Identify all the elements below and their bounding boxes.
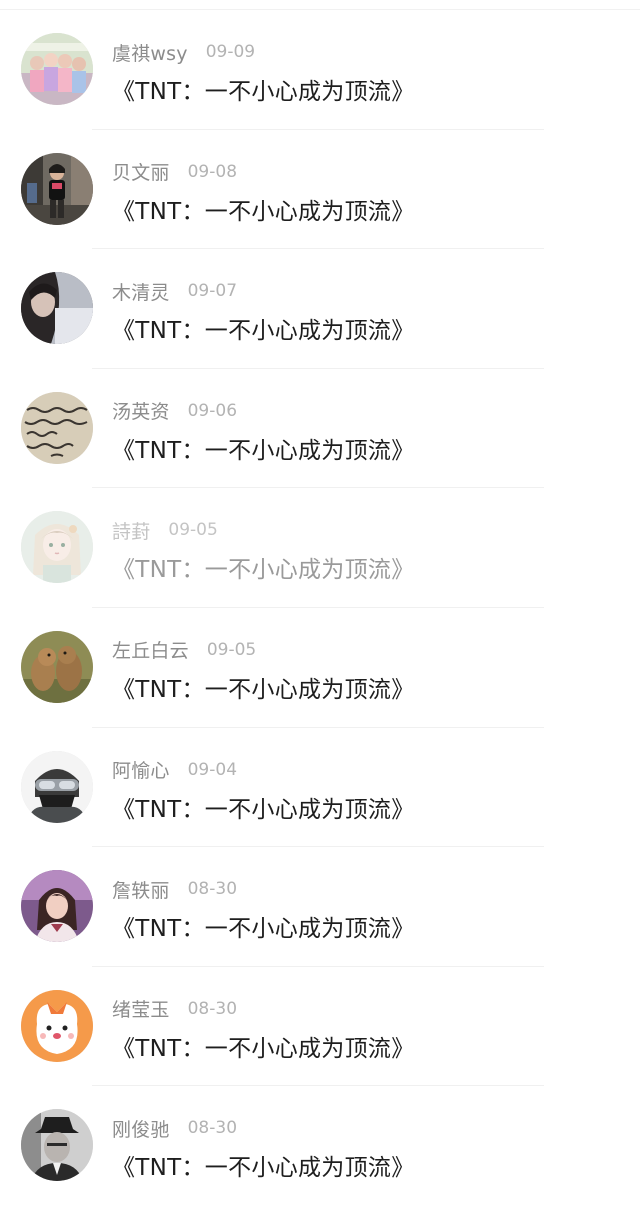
comment-date: 08-30 [187,998,238,1019]
comment-text[interactable]: 《TNT：一不小心成为顶流》 [112,790,415,824]
comment-list: 虞祺wsy 09-09 《TNT：一不小心成为顶流》 贝文丽 09-08 《TN… [0,10,640,1206]
comment-text[interactable]: 《TNT：一不小心成为顶流》 [112,192,415,226]
username[interactable]: 汤英资 [112,397,170,424]
comment-item[interactable]: 汤英资 09-06 《TNT：一不小心成为顶流》 [0,369,640,489]
masked-soldier-avatar[interactable] [21,750,93,823]
comment-item[interactable]: 阿愉心 09-04 《TNT：一不小心成为顶流》 [0,728,640,848]
comment-item[interactable]: 木清灵 09-07 《TNT：一不小心成为顶流》 [0,249,640,369]
username[interactable]: 木清灵 [112,278,170,305]
comment-item[interactable]: 虞祺wsy 09-09 《TNT：一不小心成为顶流》 [0,10,640,130]
username[interactable]: 贝文丽 [112,158,170,185]
comment-date: 09-06 [187,400,238,421]
street-photo-avatar[interactable] [21,152,93,225]
comment-date: 09-09 [205,42,256,62]
username[interactable]: 刚俊驰 [112,1115,170,1142]
comment-date: 08-30 [187,879,238,900]
girl-portrait-avatar[interactable] [21,870,93,943]
comment-date: 08-30 [187,1118,238,1139]
comment-text[interactable]: 《TNT：一不小心成为顶流》 [112,311,415,345]
marmots-avatar[interactable] [21,630,93,703]
comment-text[interactable]: 《TNT：一不小心成为顶流》 [112,1029,415,1063]
group-photo-avatar[interactable] [21,33,93,105]
username[interactable]: 绪莹玉 [112,995,170,1022]
comment-date: 09-08 [187,161,238,182]
username[interactable]: 詹轶丽 [112,876,170,903]
username[interactable]: 虞祺wsy [112,39,188,66]
username[interactable]: 阿愉心 [112,756,170,783]
comment-date: 09-04 [187,759,238,780]
hat-man-avatar[interactable] [21,1109,93,1182]
comment-text[interactable]: 《TNT：一不小心成为顶流》 [112,431,415,465]
comment-item[interactable]: 绪莹玉 08-30 《TNT：一不小心成为顶流》 [0,967,640,1087]
comment-date: 09-05 [168,520,218,541]
comment-text[interactable]: 《TNT：一不小心成为顶流》 [112,72,415,106]
comment-text[interactable]: 《TNT：一不小心成为顶流》 [112,550,415,584]
username[interactable]: 詩葑 [112,517,150,544]
username[interactable]: 左丘白云 [112,636,189,663]
portrait-avatar[interactable] [21,272,93,345]
comment-item[interactable]: 詩葑 09-05 《TNT：一不小心成为顶流》 [0,488,640,608]
comment-date: 09-05 [206,639,257,660]
comment-text[interactable]: 《TNT：一不小心成为顶流》 [112,1148,415,1182]
comment-item[interactable]: 詹轶丽 08-30 《TNT：一不小心成为顶流》 [0,847,640,967]
comment-date: 09-07 [187,281,238,302]
handwriting-avatar[interactable] [21,391,93,464]
comment-item[interactable]: 贝文丽 09-08 《TNT：一不小心成为顶流》 [0,130,640,250]
comment-text[interactable]: 《TNT：一不小心成为顶流》 [112,909,415,943]
comment-text[interactable]: 《TNT：一不小心成为顶流》 [112,670,415,704]
comment-item[interactable]: 左丘白云 09-05 《TNT：一不小心成为顶流》 [0,608,640,728]
comment-item[interactable]: 刚俊驰 08-30 《TNT：一不小心成为顶流》 [0,1086,640,1206]
cartoon-dog-avatar[interactable] [21,989,93,1062]
anime-girl-avatar[interactable] [21,511,93,584]
